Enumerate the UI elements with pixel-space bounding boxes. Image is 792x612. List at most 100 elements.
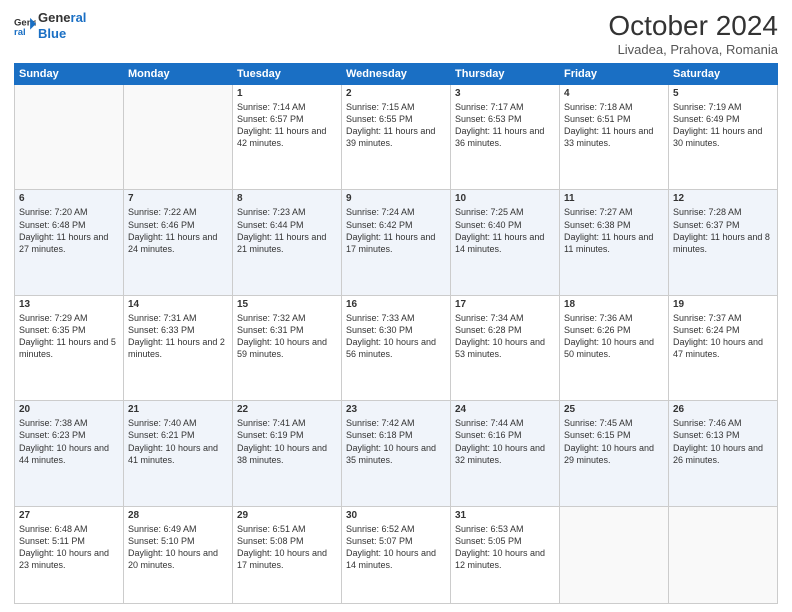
cell-info: Sunrise: 7:32 AMSunset: 6:31 PMDaylight:… (237, 312, 337, 361)
cell-info: Sunrise: 7:25 AMSunset: 6:40 PMDaylight:… (455, 206, 555, 255)
calendar-cell: 10 Sunrise: 7:25 AMSunset: 6:40 PMDayligh… (451, 190, 560, 295)
day-number: 22 (237, 404, 337, 415)
cell-info: Sunrise: 7:41 AMSunset: 6:19 PMDaylight:… (237, 417, 337, 466)
day-number: 27 (19, 510, 119, 521)
calendar-cell: 6 Sunrise: 7:20 AMSunset: 6:48 PMDaylight… (15, 190, 124, 295)
calendar-cell (15, 85, 124, 190)
cell-info: Sunrise: 7:24 AMSunset: 6:42 PMDaylight:… (346, 206, 446, 255)
day-number: 19 (673, 299, 773, 310)
day-number: 25 (564, 404, 664, 415)
cell-info: Sunrise: 6:49 AMSunset: 5:10 PMDaylight:… (128, 523, 228, 572)
calendar-cell: 9 Sunrise: 7:24 AMSunset: 6:42 PMDaylight… (342, 190, 451, 295)
day-number: 17 (455, 299, 555, 310)
day-number: 4 (564, 88, 664, 99)
day-number: 14 (128, 299, 228, 310)
cell-info: Sunrise: 7:40 AMSunset: 6:21 PMDaylight:… (128, 417, 228, 466)
calendar-week-3: 20Sunrise: 7:38 AMSunset: 6:23 PMDayligh… (15, 401, 778, 506)
calendar-header-sunday: Sunday (15, 64, 124, 85)
cell-info: Sunrise: 7:19 AMSunset: 6:49 PMDaylight:… (673, 101, 773, 150)
calendar-cell: 22 Sunrise: 7:41 AMSunset: 6:19 PMDayligh… (233, 401, 342, 506)
calendar-cell: 13 Sunrise: 7:29 AMSunset: 6:35 PMDayligh… (15, 295, 124, 400)
day-number: 12 (673, 193, 773, 204)
cell-info: Sunrise: 7:46 AMSunset: 6:13 PMDaylight:… (673, 417, 773, 466)
cell-info: Sunrise: 6:51 AMSunset: 5:08 PMDaylight:… (237, 523, 337, 572)
cell-info: Sunrise: 7:34 AMSunset: 6:28 PMDaylight:… (455, 312, 555, 361)
location: Livadea, Prahova, Romania (608, 42, 778, 57)
cell-info: Sunrise: 7:33 AMSunset: 6:30 PMDaylight:… (346, 312, 446, 361)
day-number: 8 (237, 193, 337, 204)
cell-info: Sunrise: 7:27 AMSunset: 6:38 PMDaylight:… (564, 206, 664, 255)
calendar-cell (124, 85, 233, 190)
calendar-cell (560, 506, 669, 603)
calendar-cell: 11 Sunrise: 7:27 AMSunset: 6:38 PMDayligh… (560, 190, 669, 295)
cell-info: Sunrise: 7:37 AMSunset: 6:24 PMDaylight:… (673, 312, 773, 361)
day-number: 28 (128, 510, 228, 521)
cell-info: Sunrise: 7:15 AMSunset: 6:55 PMDaylight:… (346, 101, 446, 150)
calendar-cell: 21Sunrise: 7:40 AMSunset: 6:21 PMDayligh… (124, 401, 233, 506)
day-number: 23 (346, 404, 446, 415)
cell-info: Sunrise: 7:17 AMSunset: 6:53 PMDaylight:… (455, 101, 555, 150)
calendar-cell: 20Sunrise: 7:38 AMSunset: 6:23 PMDayligh… (15, 401, 124, 506)
title-block: October 2024 Livadea, Prahova, Romania (608, 10, 778, 57)
calendar-cell: 31 Sunrise: 6:53 AMSunset: 5:05 PMDayligh… (451, 506, 560, 603)
day-number: 30 (346, 510, 446, 521)
calendar-cell: 26 Sunrise: 7:46 AMSunset: 6:13 PMDayligh… (669, 401, 778, 506)
cell-info: Sunrise: 7:29 AMSunset: 6:35 PMDaylight:… (19, 312, 119, 361)
day-number: 29 (237, 510, 337, 521)
calendar-cell: 7 Sunrise: 7:22 AMSunset: 6:46 PMDaylight… (124, 190, 233, 295)
calendar-week-2: 13 Sunrise: 7:29 AMSunset: 6:35 PMDayligh… (15, 295, 778, 400)
cell-info: Sunrise: 7:14 AMSunset: 6:57 PMDaylight:… (237, 101, 337, 150)
cell-info: Sunrise: 7:36 AMSunset: 6:26 PMDaylight:… (564, 312, 664, 361)
calendar-cell: 24Sunrise: 7:44 AMSunset: 6:16 PMDayligh… (451, 401, 560, 506)
cell-info: Sunrise: 7:22 AMSunset: 6:46 PMDaylight:… (128, 206, 228, 255)
cell-info: Sunrise: 7:38 AMSunset: 6:23 PMDaylight:… (19, 417, 119, 466)
day-number: 13 (19, 299, 119, 310)
calendar-cell: 1 Sunrise: 7:14 AMSunset: 6:57 PMDaylight… (233, 85, 342, 190)
calendar-header-row: SundayMondayTuesdayWednesdayThursdayFrid… (15, 64, 778, 85)
day-number: 11 (564, 193, 664, 204)
day-number: 2 (346, 88, 446, 99)
calendar-cell: 18 Sunrise: 7:36 AMSunset: 6:26 PMDayligh… (560, 295, 669, 400)
day-number: 31 (455, 510, 555, 521)
calendar-cell: 4 Sunrise: 7:18 AMSunset: 6:51 PMDaylight… (560, 85, 669, 190)
day-number: 5 (673, 88, 773, 99)
cell-info: Sunrise: 7:20 AMSunset: 6:48 PMDaylight:… (19, 206, 119, 255)
month-title: October 2024 (608, 10, 778, 42)
calendar-cell: 3 Sunrise: 7:17 AMSunset: 6:53 PMDaylight… (451, 85, 560, 190)
logo: Gene ral General Blue (14, 10, 86, 41)
calendar-cell: 8 Sunrise: 7:23 AMSunset: 6:44 PMDaylight… (233, 190, 342, 295)
calendar-header-wednesday: Wednesday (342, 64, 451, 85)
cell-info: Sunrise: 6:52 AMSunset: 5:07 PMDaylight:… (346, 523, 446, 572)
calendar-cell: 2 Sunrise: 7:15 AMSunset: 6:55 PMDaylight… (342, 85, 451, 190)
calendar-cell (669, 506, 778, 603)
day-number: 7 (128, 193, 228, 204)
cell-info: Sunrise: 7:23 AMSunset: 6:44 PMDaylight:… (237, 206, 337, 255)
cell-info: Sunrise: 7:44 AMSunset: 6:16 PMDaylight:… (455, 417, 555, 466)
calendar-cell: 27Sunrise: 6:48 AMSunset: 5:11 PMDayligh… (15, 506, 124, 603)
day-number: 3 (455, 88, 555, 99)
day-number: 6 (19, 193, 119, 204)
calendar-cell: 15 Sunrise: 7:32 AMSunset: 6:31 PMDayligh… (233, 295, 342, 400)
calendar-cell: 25 Sunrise: 7:45 AMSunset: 6:15 PMDayligh… (560, 401, 669, 506)
day-number: 10 (455, 193, 555, 204)
calendar-header-monday: Monday (124, 64, 233, 85)
day-number: 26 (673, 404, 773, 415)
day-number: 18 (564, 299, 664, 310)
header: Gene ral General Blue October 2024 Livad… (14, 10, 778, 57)
calendar-week-1: 6 Sunrise: 7:20 AMSunset: 6:48 PMDaylight… (15, 190, 778, 295)
calendar-cell: 17 Sunrise: 7:34 AMSunset: 6:28 PMDayligh… (451, 295, 560, 400)
cell-info: Sunrise: 7:31 AMSunset: 6:33 PMDaylight:… (128, 312, 228, 361)
calendar-header-saturday: Saturday (669, 64, 778, 85)
cell-info: Sunrise: 6:53 AMSunset: 5:05 PMDaylight:… (455, 523, 555, 572)
calendar-cell: 16Sunrise: 7:33 AMSunset: 6:30 PMDayligh… (342, 295, 451, 400)
cell-info: Sunrise: 7:42 AMSunset: 6:18 PMDaylight:… (346, 417, 446, 466)
cell-info: Sunrise: 7:45 AMSunset: 6:15 PMDaylight:… (564, 417, 664, 466)
calendar-cell: 29 Sunrise: 6:51 AMSunset: 5:08 PMDayligh… (233, 506, 342, 603)
day-number: 15 (237, 299, 337, 310)
cell-info: Sunrise: 7:18 AMSunset: 6:51 PMDaylight:… (564, 101, 664, 150)
day-number: 1 (237, 88, 337, 99)
day-number: 9 (346, 193, 446, 204)
calendar-header-friday: Friday (560, 64, 669, 85)
calendar-cell: 23 Sunrise: 7:42 AMSunset: 6:18 PMDayligh… (342, 401, 451, 506)
calendar-cell: 14 Sunrise: 7:31 AMSunset: 6:33 PMDayligh… (124, 295, 233, 400)
